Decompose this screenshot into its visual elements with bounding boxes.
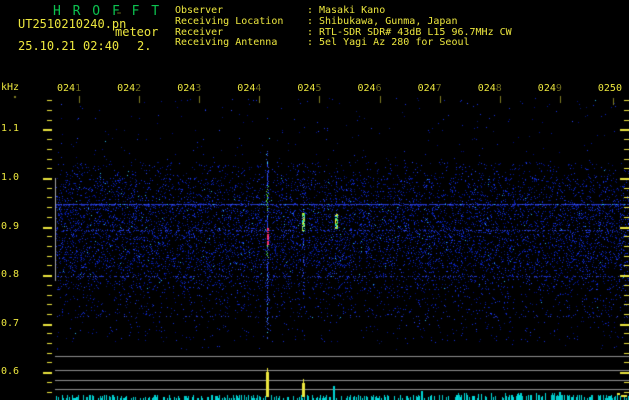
time-tick-label: 0249 <box>537 83 562 94</box>
freq-unit-label: kHz <box>1 82 20 93</box>
info-row: Receiver: RTL-SDR SDR# 43dB L15 96.7MHz C… <box>175 26 512 38</box>
time-tick-label: 0250 <box>597 83 622 94</box>
info-separator: : <box>307 26 314 38</box>
info-row: Receiving Location: Shibukawa, Gunma, Jap… <box>175 15 458 27</box>
info-value: RTL-SDR SDR# 43dB L15 96.7MHz CW <box>319 26 512 38</box>
time-tick-label: 0247 <box>417 83 442 94</box>
mode-label: meteor <box>115 25 159 39</box>
info-row: Receiving Antenna:5el Yagi Az 280 for Se… <box>175 38 470 48</box>
info-separator: : <box>307 37 314 49</box>
time-tick-label: 0241 <box>57 83 82 94</box>
time-tick-label: 0246 <box>357 83 382 94</box>
freq-tick-label: 0.7 <box>1 317 20 329</box>
time-tick-label: 0245 <box>297 83 322 94</box>
time-tick-label: 0244 <box>237 83 262 94</box>
info-separator: : <box>307 15 314 27</box>
info-separator: : <box>307 5 314 16</box>
hrofft-window: H R O F F T UT2510210240.pn ¨ meteor 25.… <box>0 0 629 400</box>
info-value: 5el Yagi Az 280 for Seoul <box>319 37 470 49</box>
freq-tick-label: 1.1 <box>1 123 20 135</box>
observation-datetime: 25.10.21 02:40 <box>18 39 120 53</box>
info-label: Receiving Antenna <box>175 37 278 49</box>
info-label: Receiver <box>175 26 224 38</box>
info-row: Observer: Masaki Kano <box>175 6 385 16</box>
info-label: Receiving Location <box>175 15 284 27</box>
minute-counter: 2. <box>137 39 152 53</box>
info-value: Shibukawa, Gunma, Japan <box>319 15 458 27</box>
freq-tick-label: 1.0 <box>1 172 20 183</box>
freq-tick-label: 0.9 <box>1 220 20 232</box>
freq-tick-label: 0.6 <box>1 366 20 378</box>
time-tick-label: 0248 <box>477 83 502 94</box>
time-tick-label: 0242 <box>117 83 142 94</box>
info-value: Masaki Kano <box>319 5 386 16</box>
freq-tick-label: 0.8 <box>1 269 20 281</box>
info-label: Observer <box>175 5 224 16</box>
time-tick-label: 0243 <box>177 83 202 94</box>
capture-filename: UT2510210240.pn <box>18 17 127 31</box>
spectrogram-canvas <box>0 0 629 400</box>
overlay-mark: ¨ <box>116 12 123 23</box>
